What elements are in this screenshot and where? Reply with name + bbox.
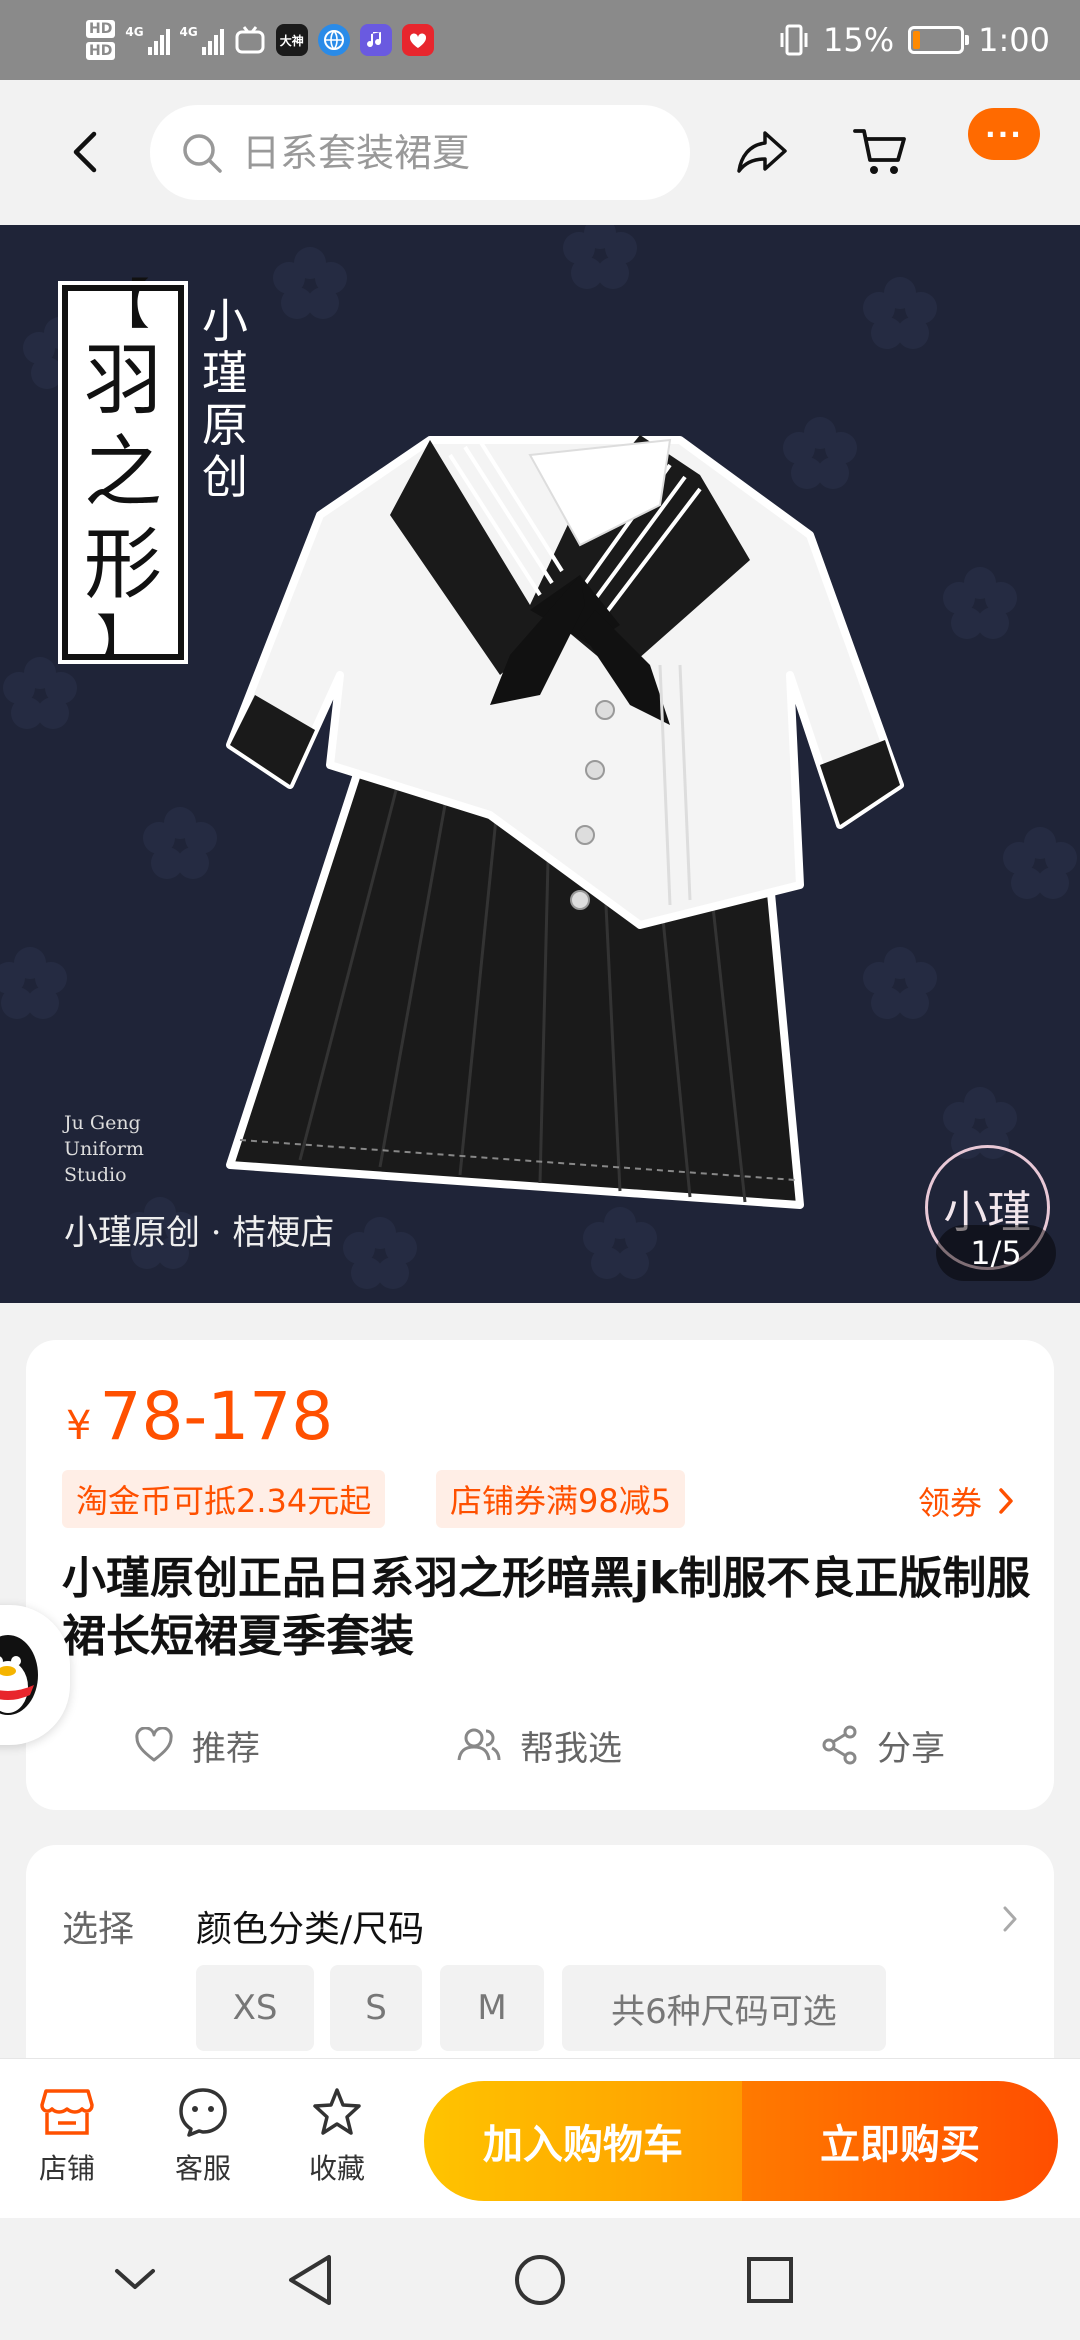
product-image-carousel[interactable]: 【 羽 之 形 】 小瑾原创 Ju Geng Uniform Studio 小瑾…	[0, 225, 1080, 1303]
more-sizes-chip[interactable]: 共6种尺码可选	[562, 1965, 886, 2051]
network-type: 4G	[179, 25, 198, 39]
signal-icon: 4G	[125, 25, 170, 55]
shop-button[interactable]: 店铺	[12, 2087, 122, 2187]
share-button[interactable]	[732, 122, 792, 182]
cart-button[interactable]	[850, 122, 910, 182]
uniform-illustration	[226, 435, 904, 1209]
size-chip[interactable]: XS	[196, 1965, 314, 2051]
battery-percent: 15%	[823, 21, 895, 59]
chevron-left-icon	[73, 131, 97, 173]
select-label: 选择	[62, 1909, 135, 1950]
status-right: 15% 1:00	[779, 10, 1050, 70]
share-nodes-icon	[822, 1725, 857, 1765]
circle-home-icon	[515, 2255, 565, 2305]
more-dots-icon: ···	[985, 117, 1023, 151]
size-chip[interactable]: S	[330, 1965, 422, 2051]
battery-icon	[908, 26, 970, 54]
shop-watermark: 小瑾原创 · 桔梗店	[64, 1213, 335, 1253]
hd-badge: HD	[86, 20, 116, 38]
users-icon	[457, 1728, 501, 1761]
back-button[interactable]	[55, 122, 115, 182]
bilibili-tv-icon	[234, 24, 266, 56]
price: ¥ 78-178	[66, 1378, 333, 1455]
size-chip[interactable]: M	[440, 1965, 544, 2051]
add-to-cart-button[interactable]: 加入购物车	[424, 2081, 742, 2201]
signal-icon: 4G	[180, 25, 224, 55]
favorite-label: 收藏	[308, 2152, 365, 2185]
heart-icon	[135, 1727, 173, 1762]
service-label: 客服	[174, 2152, 231, 2185]
hd-badge: HD	[86, 42, 116, 60]
favorite-button[interactable]: 收藏	[282, 2087, 392, 2187]
series-char: 形	[83, 519, 162, 610]
get-coupon-link[interactable]: 领券	[918, 1478, 1014, 1524]
recommend-label: 推荐	[192, 1728, 260, 1769]
share-product-button[interactable]: 分享	[821, 1710, 945, 1780]
triangle-back-icon	[289, 2255, 331, 2305]
recommend-button[interactable]: 推荐	[134, 1710, 260, 1780]
chat-smile-icon	[179, 2088, 227, 2137]
series-name-frame: 【 羽 之 形 】	[58, 274, 188, 670]
product-actions: 推荐 帮我选 分享	[26, 1710, 1054, 1780]
chevron-right-icon	[1003, 1906, 1017, 1932]
battery-fill	[913, 31, 921, 49]
shop-coupon-tag: 店铺券满98减5	[436, 1470, 686, 1528]
product-title: 小瑾原创正品日系羽之形暗黑jk制服不良正版制服裙长短裙夏季套装	[62, 1553, 1031, 1662]
price-value: 78-178	[99, 1378, 334, 1455]
network-type: 4G	[125, 25, 144, 39]
coin-discount-tag: 淘金币可抵2.34元起	[62, 1470, 386, 1528]
square-recents-icon	[747, 2257, 793, 2303]
currency-symbol: ¥	[66, 1403, 92, 1449]
hd-indicators: HD HD	[86, 18, 116, 62]
top-nav-bar: ···	[0, 80, 1080, 225]
bracket-bottom: 】	[96, 608, 150, 672]
help-choose-label: 帮我选	[520, 1728, 622, 1769]
browser-app-icon	[317, 24, 350, 56]
price-info-card: ¥ 78-178 淘金币可抵2.34元起 店铺券满98减5 领券 小瑾原创正品日…	[26, 1340, 1054, 1810]
get-coupon-label: 领券	[917, 1484, 982, 1522]
more-menu-button[interactable]: ···	[968, 108, 1040, 160]
buy-now-button[interactable]: 立即购买	[742, 2081, 1058, 2201]
hide-nav-button[interactable]	[103, 2248, 167, 2312]
system-navigation-bar	[0, 2218, 1080, 2340]
chevron-right-icon	[999, 1488, 1013, 1514]
clock: 1:00	[978, 21, 1050, 59]
search-icon	[183, 133, 222, 173]
series-char: 之	[83, 427, 162, 518]
chevron-down-icon	[115, 2269, 155, 2289]
select-value: 颜色分类/尺码	[196, 1909, 425, 1950]
search-input[interactable]	[242, 130, 662, 175]
system-recents-button[interactable]	[738, 2248, 802, 2312]
series-char: 羽	[83, 335, 162, 426]
search-bar[interactable]	[150, 105, 690, 200]
bottom-action-bar: 店铺 客服 收藏 加入购物车 立即购买	[0, 2058, 1080, 2218]
bracket-top: 【	[96, 272, 150, 336]
cart-icon	[853, 129, 906, 174]
star-icon	[313, 2088, 361, 2135]
help-choose-button[interactable]: 帮我选	[456, 1710, 622, 1780]
store-icon	[40, 2089, 94, 2135]
share-label: 分享	[877, 1728, 945, 1769]
status-left: HD HD 4G 4G 大神	[86, 10, 434, 70]
dashen-app-icon: 大神	[275, 24, 308, 56]
status-bar: HD HD 4G 4G 大神 15% 1:00	[0, 0, 1080, 80]
shop-label: 店铺	[38, 2152, 95, 2185]
customer-service-button[interactable]: 客服	[148, 2087, 258, 2187]
system-back-button[interactable]	[278, 2248, 342, 2312]
system-home-button[interactable]	[508, 2248, 572, 2312]
music-app-icon	[359, 24, 392, 56]
vibrate-icon	[780, 24, 808, 56]
image-page-indicator: 1/5	[936, 1225, 1056, 1281]
share-arrow-icon	[737, 131, 787, 173]
netease-app-icon	[401, 24, 434, 56]
studio-label: Ju Geng Uniform Studio	[64, 1112, 144, 1186]
